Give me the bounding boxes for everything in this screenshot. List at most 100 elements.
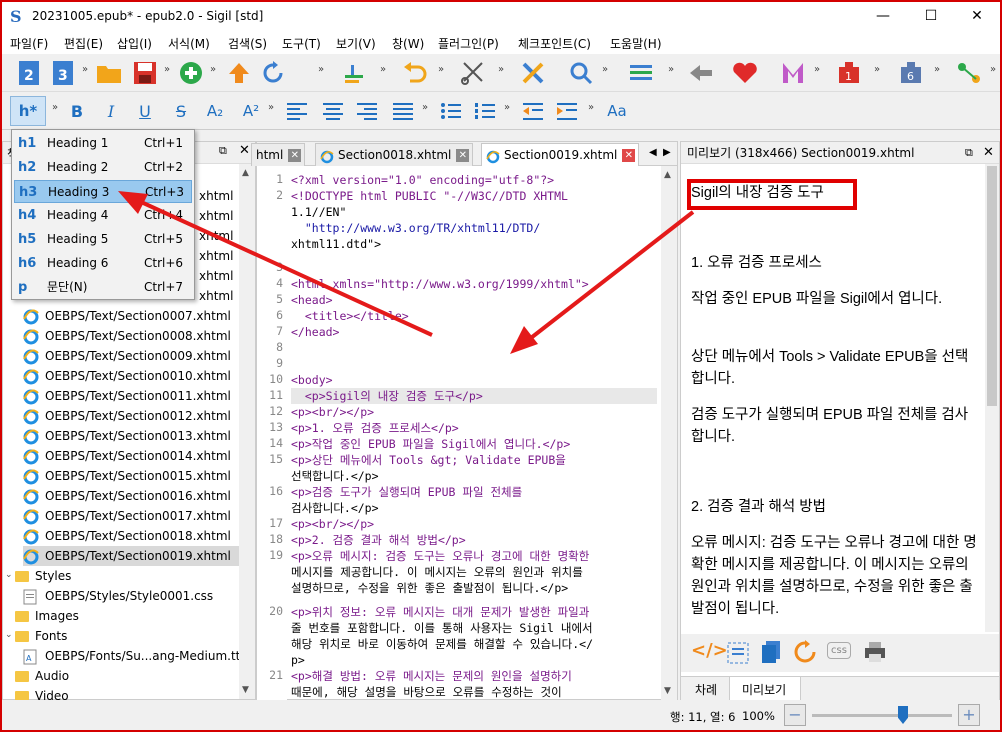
file-row[interactable]: OEBPS/Text/Section0009.xhtml bbox=[23, 346, 239, 366]
tab-toc[interactable]: 차례 bbox=[695, 681, 717, 698]
align-left-icon[interactable] bbox=[284, 98, 310, 124]
folder-fonts[interactable]: Fonts bbox=[15, 626, 251, 646]
heart-icon[interactable] bbox=[732, 60, 758, 86]
tab-preview[interactable]: 미리보기 bbox=[729, 677, 801, 701]
heading-menu-item-h4[interactable]: h4 Heading 4 Ctrl+4 bbox=[14, 204, 192, 227]
heading-menu-item-h2[interactable]: h2 Heading 2 Ctrl+2 bbox=[14, 156, 192, 179]
float-panel-icon[interactable]: ⧉ bbox=[965, 142, 973, 164]
tab-section0018[interactable]: Section0018.xhtml ✕ bbox=[315, 143, 473, 166]
editor-scrollbar[interactable]: ▲ ▼ bbox=[661, 166, 677, 700]
plugin-12-icon[interactable] bbox=[956, 60, 982, 86]
strikethrough-button[interactable]: S bbox=[168, 98, 194, 124]
copy-icon[interactable] bbox=[761, 640, 783, 664]
menu-insert[interactable]: 삽입(I) bbox=[117, 35, 152, 52]
heading-menu-item-p[interactable]: p 문단(N) Ctrl+7 bbox=[14, 276, 192, 299]
zoom-out-button[interactable]: − bbox=[784, 704, 806, 726]
close-tab-icon[interactable]: ✕ bbox=[456, 149, 470, 162]
file-row[interactable]: OEBPS/Text/Section0010.xhtml bbox=[23, 366, 239, 386]
file-row[interactable]: OEBPS/Text/Section0011.xhtml bbox=[23, 386, 239, 406]
mend-icon[interactable] bbox=[780, 60, 806, 86]
folder-images[interactable]: Images bbox=[15, 606, 251, 626]
zoom-slider-track[interactable] bbox=[812, 714, 952, 717]
indent-icon[interactable] bbox=[554, 98, 580, 124]
menu-view[interactable]: 보기(V) bbox=[336, 35, 376, 52]
format-paint-icon[interactable] bbox=[342, 60, 368, 86]
code-view-icon[interactable]: </> bbox=[691, 640, 728, 661]
back-arrow-icon[interactable] bbox=[688, 60, 714, 86]
plugin-1-icon[interactable]: 1 bbox=[836, 60, 862, 86]
undo-icon[interactable] bbox=[402, 60, 428, 86]
css-file-row[interactable]: OEBPS/Styles/Style0001.css bbox=[23, 586, 259, 606]
plugin-6-icon[interactable]: 6 bbox=[898, 60, 924, 86]
file-row[interactable]: OEBPS/Text/Section0007.xhtml bbox=[23, 306, 239, 326]
italic-button[interactable]: I bbox=[98, 98, 124, 124]
heading-menu-item-h1[interactable]: h1 Heading 1 Ctrl+1 bbox=[14, 132, 192, 155]
tab-scroll-left-icon[interactable]: ◀ bbox=[649, 147, 657, 158]
bold-button[interactable]: B bbox=[64, 98, 90, 124]
file-row[interactable]: OEBPS/Text/Section0017.xhtml bbox=[23, 506, 239, 526]
file-row[interactable]: OEBPS/Text/Section0019.xhtml bbox=[23, 546, 239, 566]
zoom-slider-thumb[interactable] bbox=[898, 706, 908, 724]
heading-dropdown-button[interactable]: h* bbox=[10, 96, 46, 126]
tab-section0019[interactable]: Section0019.xhtml ✕ bbox=[481, 143, 639, 166]
folder-styles[interactable]: Styles bbox=[15, 566, 251, 586]
expand-toggle-icon[interactable]: ⌄ bbox=[5, 630, 13, 640]
expand-toggle-icon[interactable]: ⌄ bbox=[5, 570, 13, 580]
heading-menu-item-h3[interactable]: h3 Heading 3 Ctrl+3 bbox=[14, 180, 192, 203]
underline-button[interactable]: U bbox=[132, 98, 158, 124]
subscript-button[interactable]: A₂ bbox=[202, 98, 228, 124]
bullet-list-icon[interactable] bbox=[438, 98, 464, 124]
superscript-button[interactable]: A² bbox=[238, 98, 264, 124]
numbered-list-icon[interactable] bbox=[472, 98, 498, 124]
menu-help[interactable]: 도움말(H) bbox=[610, 35, 662, 52]
refresh-icon[interactable] bbox=[260, 60, 286, 86]
select-icon[interactable] bbox=[727, 642, 749, 664]
file-row[interactable]: OEBPS/Text/Section0013.xhtml bbox=[23, 426, 239, 446]
float-panel-icon[interactable]: ⧉ bbox=[219, 144, 227, 158]
file-row[interactable]: OEBPS/Text/Section0018.xhtml bbox=[23, 526, 239, 546]
font-file-row[interactable]: A OEBPS/Fonts/Su...ang-Medium.ttf bbox=[23, 646, 259, 666]
add-file-icon[interactable] bbox=[178, 60, 204, 86]
align-center-icon[interactable] bbox=[320, 98, 346, 124]
menu-plugins[interactable]: 플러그인(P) bbox=[438, 35, 499, 52]
print-icon[interactable] bbox=[863, 640, 887, 664]
menu-file[interactable]: 파일(F) bbox=[10, 35, 48, 52]
arrow-up-icon[interactable] bbox=[226, 60, 252, 86]
align-right-icon[interactable] bbox=[354, 98, 380, 124]
menu-window[interactable]: 창(W) bbox=[392, 35, 424, 52]
menu-tools[interactable]: 도구(T) bbox=[282, 35, 321, 52]
outdent-icon[interactable] bbox=[520, 98, 546, 124]
preview-scrollbar[interactable] bbox=[985, 164, 999, 632]
tab-partial[interactable]: html ✕ bbox=[251, 143, 305, 166]
align-justify-icon[interactable] bbox=[390, 98, 416, 124]
epub2-icon[interactable]: 2 bbox=[16, 60, 42, 86]
save-icon[interactable] bbox=[132, 60, 158, 86]
heading-menu-item-h5[interactable]: h5 Heading 5 Ctrl+5 bbox=[14, 228, 192, 251]
maximize-button[interactable]: ☐ bbox=[908, 2, 954, 30]
minimize-button[interactable]: — bbox=[860, 2, 906, 30]
cut-icon[interactable] bbox=[460, 60, 486, 86]
close-window-button[interactable]: ✕ bbox=[954, 2, 1000, 30]
file-row[interactable]: OEBPS/Text/Section0008.xhtml bbox=[23, 326, 239, 346]
file-row[interactable]: OEBPS/Text/Section0016.xhtml bbox=[23, 486, 239, 506]
code-area[interactable]: 1 2 3 4 5 6 7 8 9 10 11 12 13 14 15 16 17 18 19 20 21 <?xml … bbox=[257, 166, 661, 700]
file-row[interactable]: OEBPS/Text/Section0012.xhtml bbox=[23, 406, 239, 426]
menu-checkpoints[interactable]: 체크포인트(C) bbox=[518, 35, 591, 52]
close-tab-icon[interactable]: ✕ bbox=[622, 149, 636, 162]
heading-menu-item-h6[interactable]: h6 Heading 6 Ctrl+6 bbox=[14, 252, 192, 275]
tab-scroll-right-icon[interactable]: ▶ bbox=[663, 147, 671, 158]
font-button[interactable]: Aa bbox=[602, 98, 632, 124]
file-row[interactable]: OEBPS/Text/Section0015.xhtml bbox=[23, 466, 239, 486]
menu-edit[interactable]: 편집(E) bbox=[64, 35, 103, 52]
zoom-in-button[interactable]: + bbox=[958, 704, 980, 726]
close-tab-icon[interactable]: ✕ bbox=[288, 149, 302, 162]
css-icon[interactable]: css bbox=[827, 642, 851, 659]
menu-format[interactable]: 서식(M) bbox=[168, 35, 210, 52]
search-icon[interactable] bbox=[568, 60, 594, 86]
epub3-icon[interactable]: 3 bbox=[50, 60, 76, 86]
menu-search[interactable]: 검색(S) bbox=[228, 35, 267, 52]
folder-audio[interactable]: Audio bbox=[15, 666, 251, 686]
toc-icon[interactable] bbox=[628, 60, 654, 86]
reload-icon[interactable] bbox=[793, 640, 817, 664]
close-panel-icon[interactable]: ✕ bbox=[239, 143, 250, 158]
